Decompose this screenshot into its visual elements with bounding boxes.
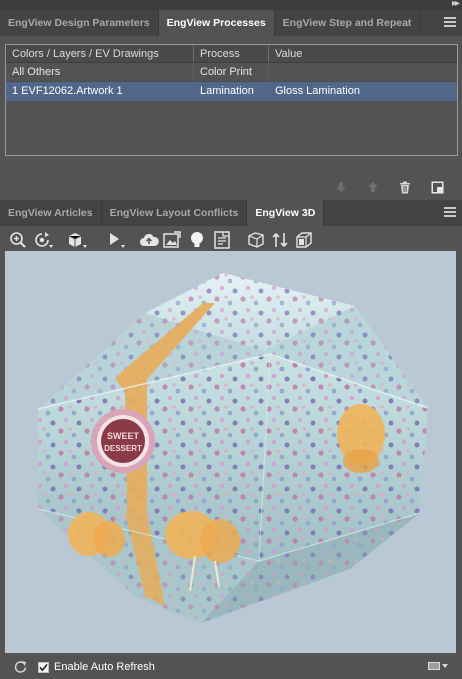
wireframe-cube-icon[interactable] [246,230,266,250]
sweet-dessert-label: SWEET DESSERT [91,409,155,473]
row-value [269,63,457,81]
column-header-layers[interactable]: Colors / Layers / EV Drawings [6,45,194,62]
row-value: Gloss Lamination [275,85,360,97]
table-actions [334,180,444,194]
rotate-icon[interactable] [32,230,56,250]
zoom-icon[interactable] [8,230,28,250]
tab-design-parameters[interactable]: EngView Design Parameters [0,10,159,36]
status-bar: Enable Auto Refresh [0,655,462,679]
row-layer-name: 1 EVF12062.Artwork 1 [12,85,123,97]
cloud-upload-icon[interactable] [138,230,160,250]
refresh-icon[interactable] [14,660,27,676]
table-row-selected[interactable]: 1 EVF12062.Artwork 1 Lamination Gloss La… [6,82,457,101]
cube-view-icon[interactable] [66,230,90,250]
tab-articles[interactable]: EngView Articles [0,200,102,226]
export-image-icon[interactable] [162,230,182,250]
table-row[interactable]: All Others Color Print [6,63,457,82]
tab-3d[interactable]: EngView 3D [247,200,325,226]
collapse-panels-icon[interactable]: ▸▸ [452,0,460,9]
row-process: Color Print [194,63,269,81]
tab-layout-conflicts[interactable]: EngView Layout Conflicts [102,200,248,226]
move-up-icon[interactable] [366,180,380,194]
move-down-icon[interactable] [334,180,348,194]
background-color-dropdown[interactable] [428,662,448,670]
panel-menu-icon[interactable] [444,17,456,27]
trash-icon[interactable] [398,180,412,194]
new-item-icon[interactable] [430,180,444,194]
auto-refresh-checkbox[interactable] [38,661,49,673]
auto-refresh-toggle[interactable]: Enable Auto Refresh [38,661,155,673]
svg-text:DESSERT: DESSERT [104,444,142,453]
auto-refresh-label: Enable Auto Refresh [54,661,155,673]
svg-text:SWEET: SWEET [107,431,140,441]
column-header-process[interactable]: Process [194,45,269,62]
row-process: Lamination [200,85,254,97]
panel-menu-icon[interactable] [444,207,456,217]
document-icon[interactable] [212,230,232,250]
row-layer-name: All Others [6,63,194,81]
play-icon[interactable] [106,230,128,250]
bottom-panel-tabbar: EngView Articles EngView Layout Conflict… [0,200,462,226]
3d-viewport[interactable]: SWEET DESSERT [5,251,456,653]
chevron-down-icon [442,664,448,668]
material-cube-icon[interactable] [294,230,314,250]
light-bulb-icon[interactable] [188,230,206,250]
top-panel-tabbar: EngView Design Parameters EngView Proces… [0,10,462,36]
tab-processes[interactable]: EngView Processes [158,10,275,36]
toolbar-3d [0,228,462,252]
tab-step-and-repeat[interactable]: EngView Step and Repeat [275,10,421,36]
flip-icon[interactable] [270,230,290,250]
background-swatch [428,662,440,670]
panel-top-strip: ▸▸ [0,0,462,10]
table-header: Colors / Layers / EV Drawings Process Va… [6,45,457,63]
processes-table: Colors / Layers / EV Drawings Process Va… [5,44,458,156]
3d-box-model: SWEET DESSERT [37,273,429,623]
column-header-value[interactable]: Value [269,45,457,62]
